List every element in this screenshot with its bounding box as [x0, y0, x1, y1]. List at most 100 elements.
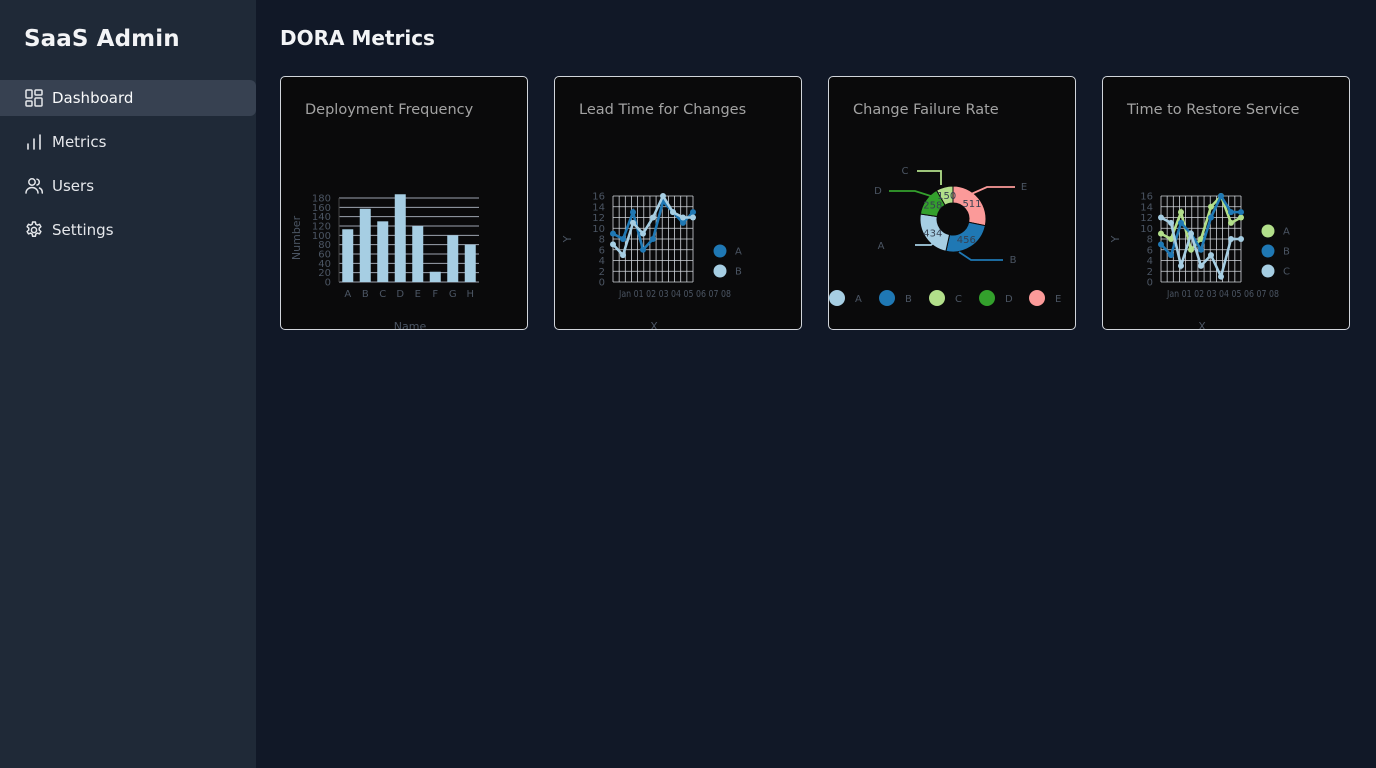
data-point: [1218, 193, 1224, 199]
data-point: [1178, 209, 1184, 216]
category-label: E: [1021, 182, 1027, 193]
category-label: D: [874, 186, 882, 197]
y-tick-label: 12: [1140, 213, 1153, 224]
sidebar-item-label: Metrics: [52, 133, 107, 151]
sidebar-item-metrics[interactable]: Metrics: [0, 124, 256, 160]
data-point: [690, 209, 696, 216]
y-tick-label: 8: [599, 235, 605, 246]
x-tick-label: C: [379, 289, 386, 300]
data-point: [1158, 214, 1164, 221]
data-point: [1178, 219, 1184, 226]
sidebar-item-label: Users: [52, 177, 95, 195]
data-point: [1198, 246, 1204, 253]
legend-marker: [829, 290, 845, 306]
bar: [394, 194, 406, 282]
legend-marker: [1029, 290, 1045, 306]
data-point: [670, 209, 676, 216]
data-point: [1228, 219, 1234, 226]
legend-marker: [1261, 244, 1275, 258]
bar: [464, 244, 476, 282]
y-tick-label: 0: [599, 278, 605, 289]
data-point: [1198, 262, 1204, 269]
data-point: [640, 246, 646, 253]
data-point: [1188, 230, 1194, 237]
data-point: [620, 252, 626, 259]
sidebar: SaaS Admin Dashboard Metrics Users Setti…: [0, 0, 256, 768]
data-point: [650, 214, 656, 221]
slice-value-label: 511: [962, 199, 981, 210]
deployment-frequency-card: Deployment Frequency 0 20 40 60 80 100 120 140 1…: [280, 76, 528, 330]
data-point: [1158, 230, 1164, 237]
data-point: [1208, 214, 1214, 221]
gear-icon: [24, 220, 44, 240]
y-tick-label: 16: [592, 192, 605, 203]
y-axis-label: Number: [290, 215, 303, 260]
legend-label: D: [1005, 294, 1013, 305]
y-tick-label: 4: [1147, 256, 1153, 267]
data-point: [690, 214, 696, 221]
legend-label: A: [735, 247, 742, 258]
page-title: DORA Metrics: [280, 26, 435, 50]
data-point: [630, 209, 636, 216]
deployment-frequency-chart: 020406080100120140160180A B C D E F G HNameNumb…: [290, 194, 479, 329]
data-point: [1188, 246, 1194, 253]
legend-marker: [713, 244, 727, 258]
legend-label: A: [855, 294, 862, 305]
y-tick-label: 2: [599, 267, 605, 278]
y-tick-label: 6: [1147, 245, 1153, 256]
data-point: [1238, 236, 1244, 242]
bar-chart-icon: [24, 132, 44, 152]
data-point: [1218, 273, 1224, 280]
x-tick-label: A: [344, 289, 351, 300]
time-to-restore-chart: 0246810121416 Jan 01 02 03 04 05 06 07 08…: [1109, 192, 1290, 330]
data-point: [1228, 209, 1234, 216]
y-tick-label: 180: [312, 194, 331, 205]
x-tick-label: H: [466, 289, 474, 300]
x-axis-label: X: [650, 320, 658, 330]
sidebar-item-dashboard[interactable]: Dashboard: [0, 80, 256, 116]
data-point: [660, 193, 666, 199]
data-point: [610, 241, 616, 248]
leader-line: [968, 186, 1015, 196]
legend-label: E: [1055, 294, 1061, 305]
category-label: C: [902, 166, 909, 177]
x-tick-labels: Jan 01 02 03 04 05 06 07 08: [1166, 289, 1279, 300]
legend-marker: [713, 264, 727, 278]
change-failure-rate-card: Change Failure Rate 511 456 434 258 150 A B C D E…: [828, 76, 1076, 330]
legend-label: C: [955, 294, 962, 305]
data-point: [1208, 203, 1214, 210]
time-to-restore-card: Time to Restore Service 0 2 4 6 8 10 12 14 16 Jan…: [1102, 76, 1350, 330]
data-point: [630, 219, 636, 226]
data-point: [1208, 252, 1214, 259]
y-tick-label: 12: [592, 213, 605, 224]
category-label: A: [878, 241, 885, 252]
y-tick-label: 14: [1140, 202, 1153, 213]
legend-marker: [879, 290, 895, 306]
main-content: DORA Metrics Deployment Frequency 0 20 40 6…: [256, 0, 1376, 768]
sidebar-item-users[interactable]: Users: [0, 168, 256, 204]
legend-label: A: [1283, 227, 1290, 238]
data-point: [1168, 219, 1174, 226]
y-tick-label: 16: [1140, 192, 1153, 203]
legend-marker: [1261, 224, 1275, 238]
data-point: [1158, 241, 1164, 248]
legend-label: C: [1283, 267, 1290, 278]
data-point: [1228, 236, 1234, 242]
y-tick-label: 10: [1140, 224, 1153, 235]
legend-marker: [929, 290, 945, 306]
data-point: [680, 219, 686, 226]
x-tick-label: F: [432, 289, 438, 300]
x-tick-label: B: [362, 289, 369, 300]
data-point: [680, 214, 686, 221]
x-tick-label: E: [415, 289, 421, 300]
legend-label: B: [735, 267, 742, 278]
data-point: [620, 236, 626, 242]
sidebar-item-settings[interactable]: Settings: [0, 212, 256, 248]
y-tick-label: 2: [1147, 267, 1153, 278]
x-tick-labels: Jan 01 02 03 04 05 06 07 08: [618, 289, 731, 300]
category-label: B: [1010, 255, 1017, 266]
legend-label: B: [1283, 247, 1290, 258]
slice-value-label: 258: [923, 201, 942, 212]
x-axis-label: X: [1198, 320, 1206, 330]
data-point: [650, 236, 656, 242]
